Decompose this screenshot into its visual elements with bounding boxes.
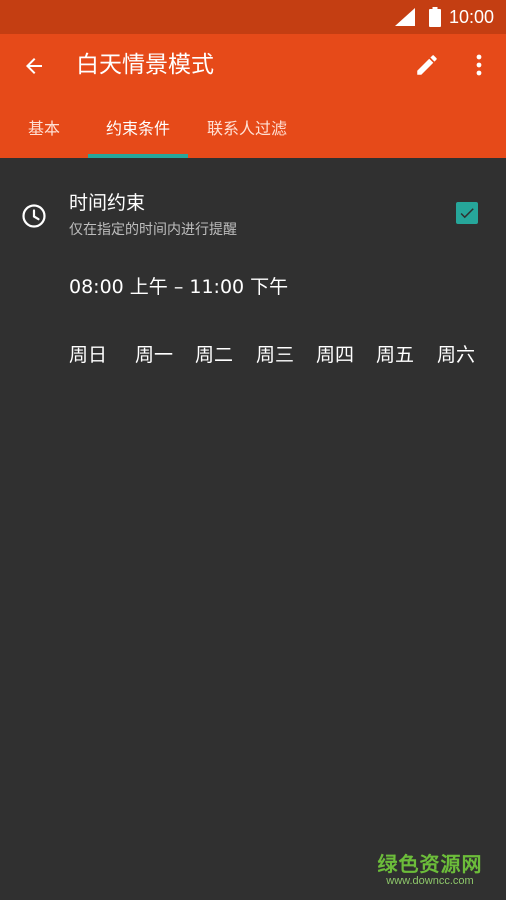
day-saturday[interactable]: 周六 bbox=[437, 340, 475, 367]
app-bar: 白天情景模式 基本 约束条件 联系人过滤 bbox=[0, 34, 506, 158]
day-wednesday[interactable]: 周三 bbox=[256, 340, 294, 367]
watermark: 绿色资源网 www.downcc.com bbox=[371, 848, 489, 887]
status-bar: 10:00 bbox=[0, 0, 506, 34]
clock-icon bbox=[22, 204, 46, 228]
page-title: 白天情景模式 bbox=[76, 52, 214, 78]
watermark-url: www.downcc.com bbox=[386, 875, 474, 887]
weekday-selector: 周日 周一 周二 周三 周四 周五 周六 bbox=[69, 340, 489, 370]
tab-basic[interactable]: 基本 bbox=[10, 96, 78, 158]
more-options-button[interactable] bbox=[466, 48, 492, 82]
signal-icon bbox=[394, 8, 415, 26]
arrow-back-icon bbox=[26, 58, 42, 74]
toolbar: 白天情景模式 bbox=[0, 34, 506, 96]
watermark-title: 绿色资源网 bbox=[377, 852, 483, 876]
check-icon bbox=[460, 208, 474, 219]
day-tuesday[interactable]: 周二 bbox=[195, 340, 233, 367]
day-thursday[interactable]: 周四 bbox=[316, 340, 354, 367]
time-range[interactable]: 08:00 上午 – 11:00 下午 bbox=[69, 272, 288, 299]
more-vert-icon bbox=[476, 54, 482, 76]
pencil-icon bbox=[417, 55, 437, 75]
day-sunday[interactable]: 周日 bbox=[69, 340, 107, 367]
day-friday[interactable]: 周五 bbox=[376, 340, 414, 367]
tab-contact-filter[interactable]: 联系人过滤 bbox=[196, 96, 298, 158]
day-monday[interactable]: 周一 bbox=[135, 340, 173, 367]
tab-bar: 基本 约束条件 联系人过滤 bbox=[0, 96, 506, 158]
back-button[interactable] bbox=[18, 50, 50, 82]
time-constraint-row[interactable]: 时间约束 仅在指定的时间内进行提醒 bbox=[0, 182, 506, 242]
time-constraint-title: 时间约束 bbox=[69, 192, 146, 214]
time-constraint-subtitle: 仅在指定的时间内进行提醒 bbox=[69, 222, 237, 238]
tab-constraints[interactable]: 约束条件 bbox=[88, 96, 188, 158]
time-constraint-checkbox[interactable] bbox=[456, 202, 478, 224]
edit-button[interactable] bbox=[410, 48, 444, 82]
content-area: 时间约束 仅在指定的时间内进行提醒 08:00 上午 – 11:00 下午 周日… bbox=[0, 158, 506, 900]
battery-icon bbox=[428, 7, 441, 27]
status-time: 10:00 bbox=[448, 6, 494, 27]
